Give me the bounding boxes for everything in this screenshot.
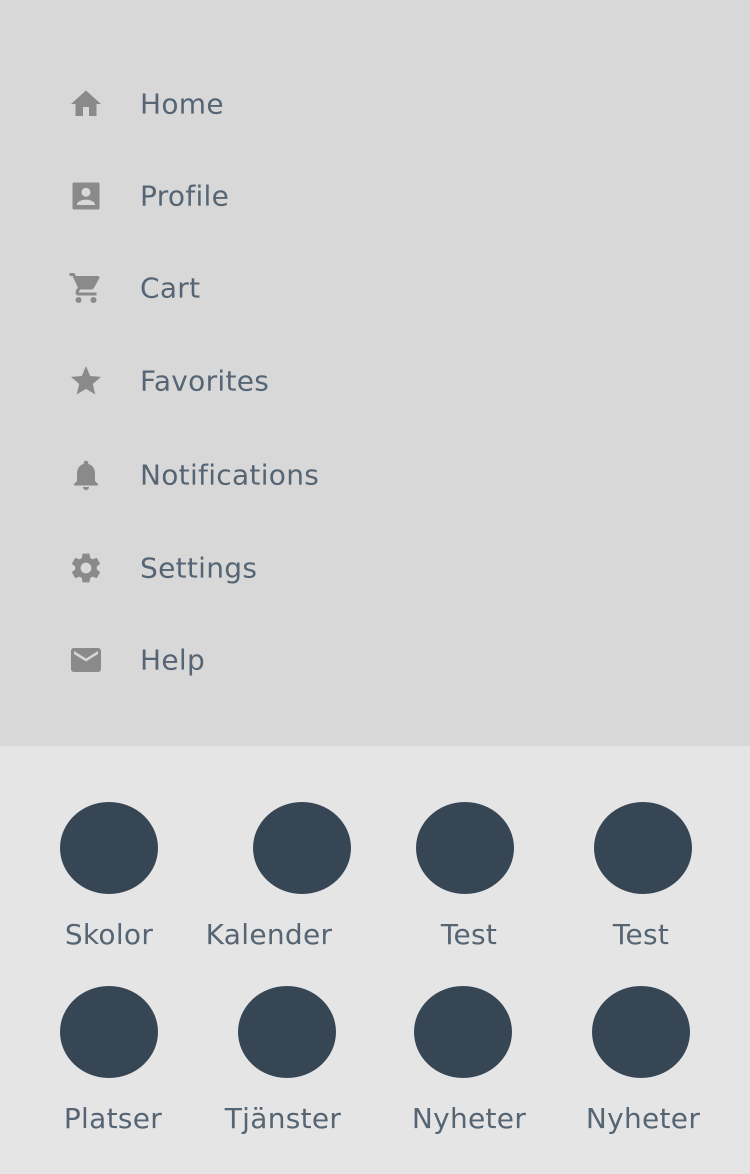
menu-item-label: Notifications xyxy=(140,458,320,492)
shortcut-grid: Skolor Kalender Test Test Platser Tjänst… xyxy=(0,746,750,1174)
grid-item-label: Nyheter xyxy=(585,1102,701,1135)
gear-icon xyxy=(68,550,104,586)
grid-item-label: Skolor xyxy=(64,918,154,951)
grid-item-platser[interactable]: Platser xyxy=(48,986,178,1156)
star-icon xyxy=(68,363,104,399)
menu-item-label: Home xyxy=(140,87,224,121)
grid-item-nyheter[interactable]: Nyheter xyxy=(404,986,534,1156)
menu-item-help[interactable]: Help xyxy=(0,614,750,706)
grid-item-test[interactable]: Test xyxy=(404,802,534,972)
menu-item-label: Cart xyxy=(140,271,201,305)
grid-item-circle xyxy=(594,802,692,894)
bell-icon xyxy=(68,457,104,493)
menu-item-notifications[interactable]: Notifications xyxy=(0,428,750,522)
menu-list: Home Profile Cart Favorites Notification… xyxy=(0,58,750,706)
grid-item-circle xyxy=(253,802,351,894)
menu-item-label: Help xyxy=(140,643,206,677)
menu-item-label: Settings xyxy=(140,551,258,585)
grid-item-label: Kalender xyxy=(205,918,333,951)
menu-item-settings[interactable]: Settings xyxy=(0,522,750,614)
grid-item-kalender[interactable]: Kalender xyxy=(204,802,351,972)
contact-card-icon xyxy=(68,178,104,214)
grid-item-circle xyxy=(592,986,690,1078)
envelope-icon xyxy=(68,642,104,678)
grid-item-circle xyxy=(414,986,512,1078)
grid-item-test[interactable]: Test xyxy=(576,802,706,972)
grid-item-skolor[interactable]: Skolor xyxy=(44,802,174,972)
grid-item-circle xyxy=(238,986,336,1078)
menu-item-cart[interactable]: Cart xyxy=(0,242,750,334)
home-icon xyxy=(68,86,104,122)
navigation-drawer: Home Profile Cart Favorites Notification… xyxy=(0,0,750,746)
grid-item-label: Platser xyxy=(63,1102,163,1135)
menu-item-label: Profile xyxy=(140,179,230,213)
menu-item-profile[interactable]: Profile xyxy=(0,150,750,242)
grid-item-label: Test xyxy=(612,918,670,951)
grid-item-circle xyxy=(60,986,158,1078)
grid-item-tjanster[interactable]: Tjänster xyxy=(218,986,348,1156)
menu-item-home[interactable]: Home xyxy=(0,58,750,150)
grid-item-label: Tjänster xyxy=(224,1102,342,1135)
grid-item-circle xyxy=(416,802,514,894)
menu-item-favorites[interactable]: Favorites xyxy=(0,334,750,428)
grid-item-label: Nyheter xyxy=(411,1102,527,1135)
cart-icon xyxy=(68,270,104,306)
menu-item-label: Favorites xyxy=(140,364,270,398)
grid-item-nyheter[interactable]: Nyheter xyxy=(578,986,708,1156)
grid-item-label: Test xyxy=(440,918,498,951)
grid-item-circle xyxy=(60,802,158,894)
